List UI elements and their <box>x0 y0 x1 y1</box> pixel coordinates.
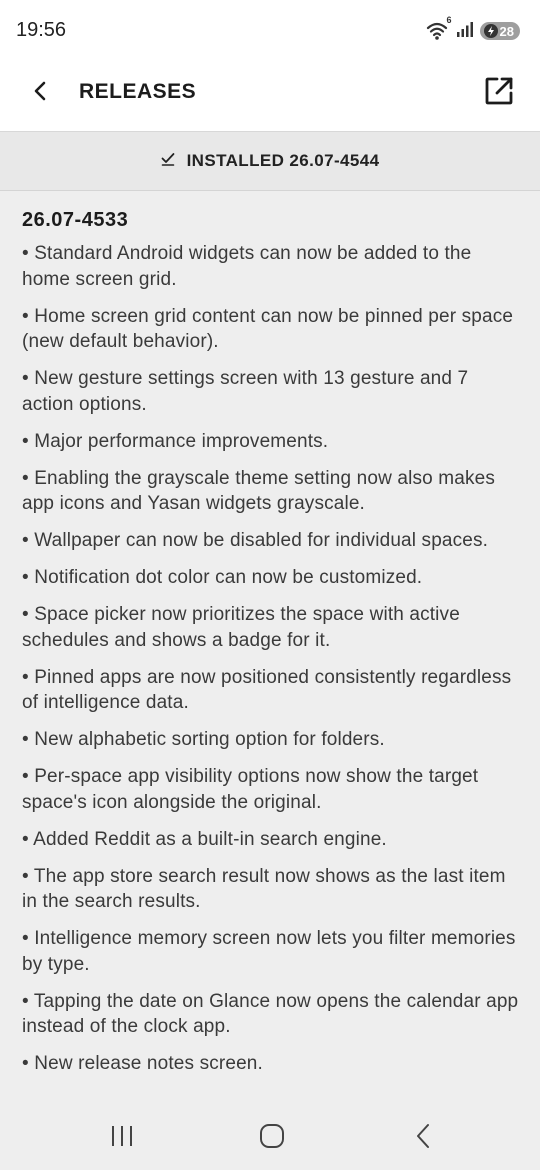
page-title: RELEASES <box>79 80 197 103</box>
battery-level: 28 <box>499 23 514 39</box>
back-icon <box>414 1123 432 1154</box>
home-icon <box>259 1123 285 1154</box>
wifi-badge: 6 <box>446 15 452 25</box>
release-note-item: • Intelligence memory screen now lets yo… <box>22 928 516 975</box>
release-note-item: • The app store search result now shows … <box>22 865 506 913</box>
status-time: 19:56 <box>16 19 67 41</box>
release-note-item: • Tapping the date on Glance now opens t… <box>22 990 519 1038</box>
system-nav-bar <box>0 1108 540 1170</box>
release-notes: 26.07-4533 • Standard Android widgets ca… <box>22 205 522 1088</box>
release-note-item: • Wallpaper can now be disabled for indi… <box>22 530 489 551</box>
release-note-item: • New release notes screen. <box>22 1053 263 1074</box>
home-button[interactable] <box>242 1118 302 1158</box>
app-bar: RELEASES <box>0 60 540 132</box>
release-note-item: • Notification dot color can now be cust… <box>22 567 423 588</box>
release-version: 26.07-4533 <box>22 209 129 231</box>
release-note-item: • Added Reddit as a built-in search engi… <box>22 828 387 850</box>
charging-icon <box>483 24 498 38</box>
recents-button[interactable] <box>92 1118 152 1158</box>
open-external-button[interactable] <box>480 74 518 112</box>
signal-icon <box>456 21 474 42</box>
status-icons: 6 28 <box>426 15 520 42</box>
installed-version-label: INSTALLED 26.07-4544 <box>186 151 380 170</box>
chevron-left-icon <box>33 81 47 106</box>
release-note-item: • Per-space app visibility options now s… <box>22 766 479 813</box>
status-bar: 19:56 6 28 <box>0 0 540 60</box>
recents-icon <box>110 1125 134 1152</box>
wifi-icon: 6 <box>426 15 452 41</box>
open-external-icon <box>484 76 514 111</box>
release-note-item: • Standard Android widgets can now be ad… <box>22 243 472 290</box>
release-note-item: • Major performance improvements. <box>22 430 329 452</box>
release-note-item: • New gesture settings screen with 13 ge… <box>22 368 469 415</box>
back-button[interactable] <box>20 73 60 113</box>
battery-indicator: 28 <box>479 22 520 40</box>
release-note-item: • Home screen grid content can now be pi… <box>22 305 514 353</box>
installed-banner: INSTALLED 26.07-4544 <box>0 132 540 191</box>
release-note-item: • Space picker now prioritizes the space… <box>22 604 460 651</box>
release-note-item: • Pinned apps are now positioned consist… <box>22 666 512 714</box>
release-note-item: • Enabling the grayscale theme setting n… <box>22 467 495 515</box>
check-icon <box>161 152 175 171</box>
nav-back-button[interactable] <box>393 1118 453 1158</box>
release-note-item: • New alphabetic sorting option for fold… <box>22 729 385 750</box>
